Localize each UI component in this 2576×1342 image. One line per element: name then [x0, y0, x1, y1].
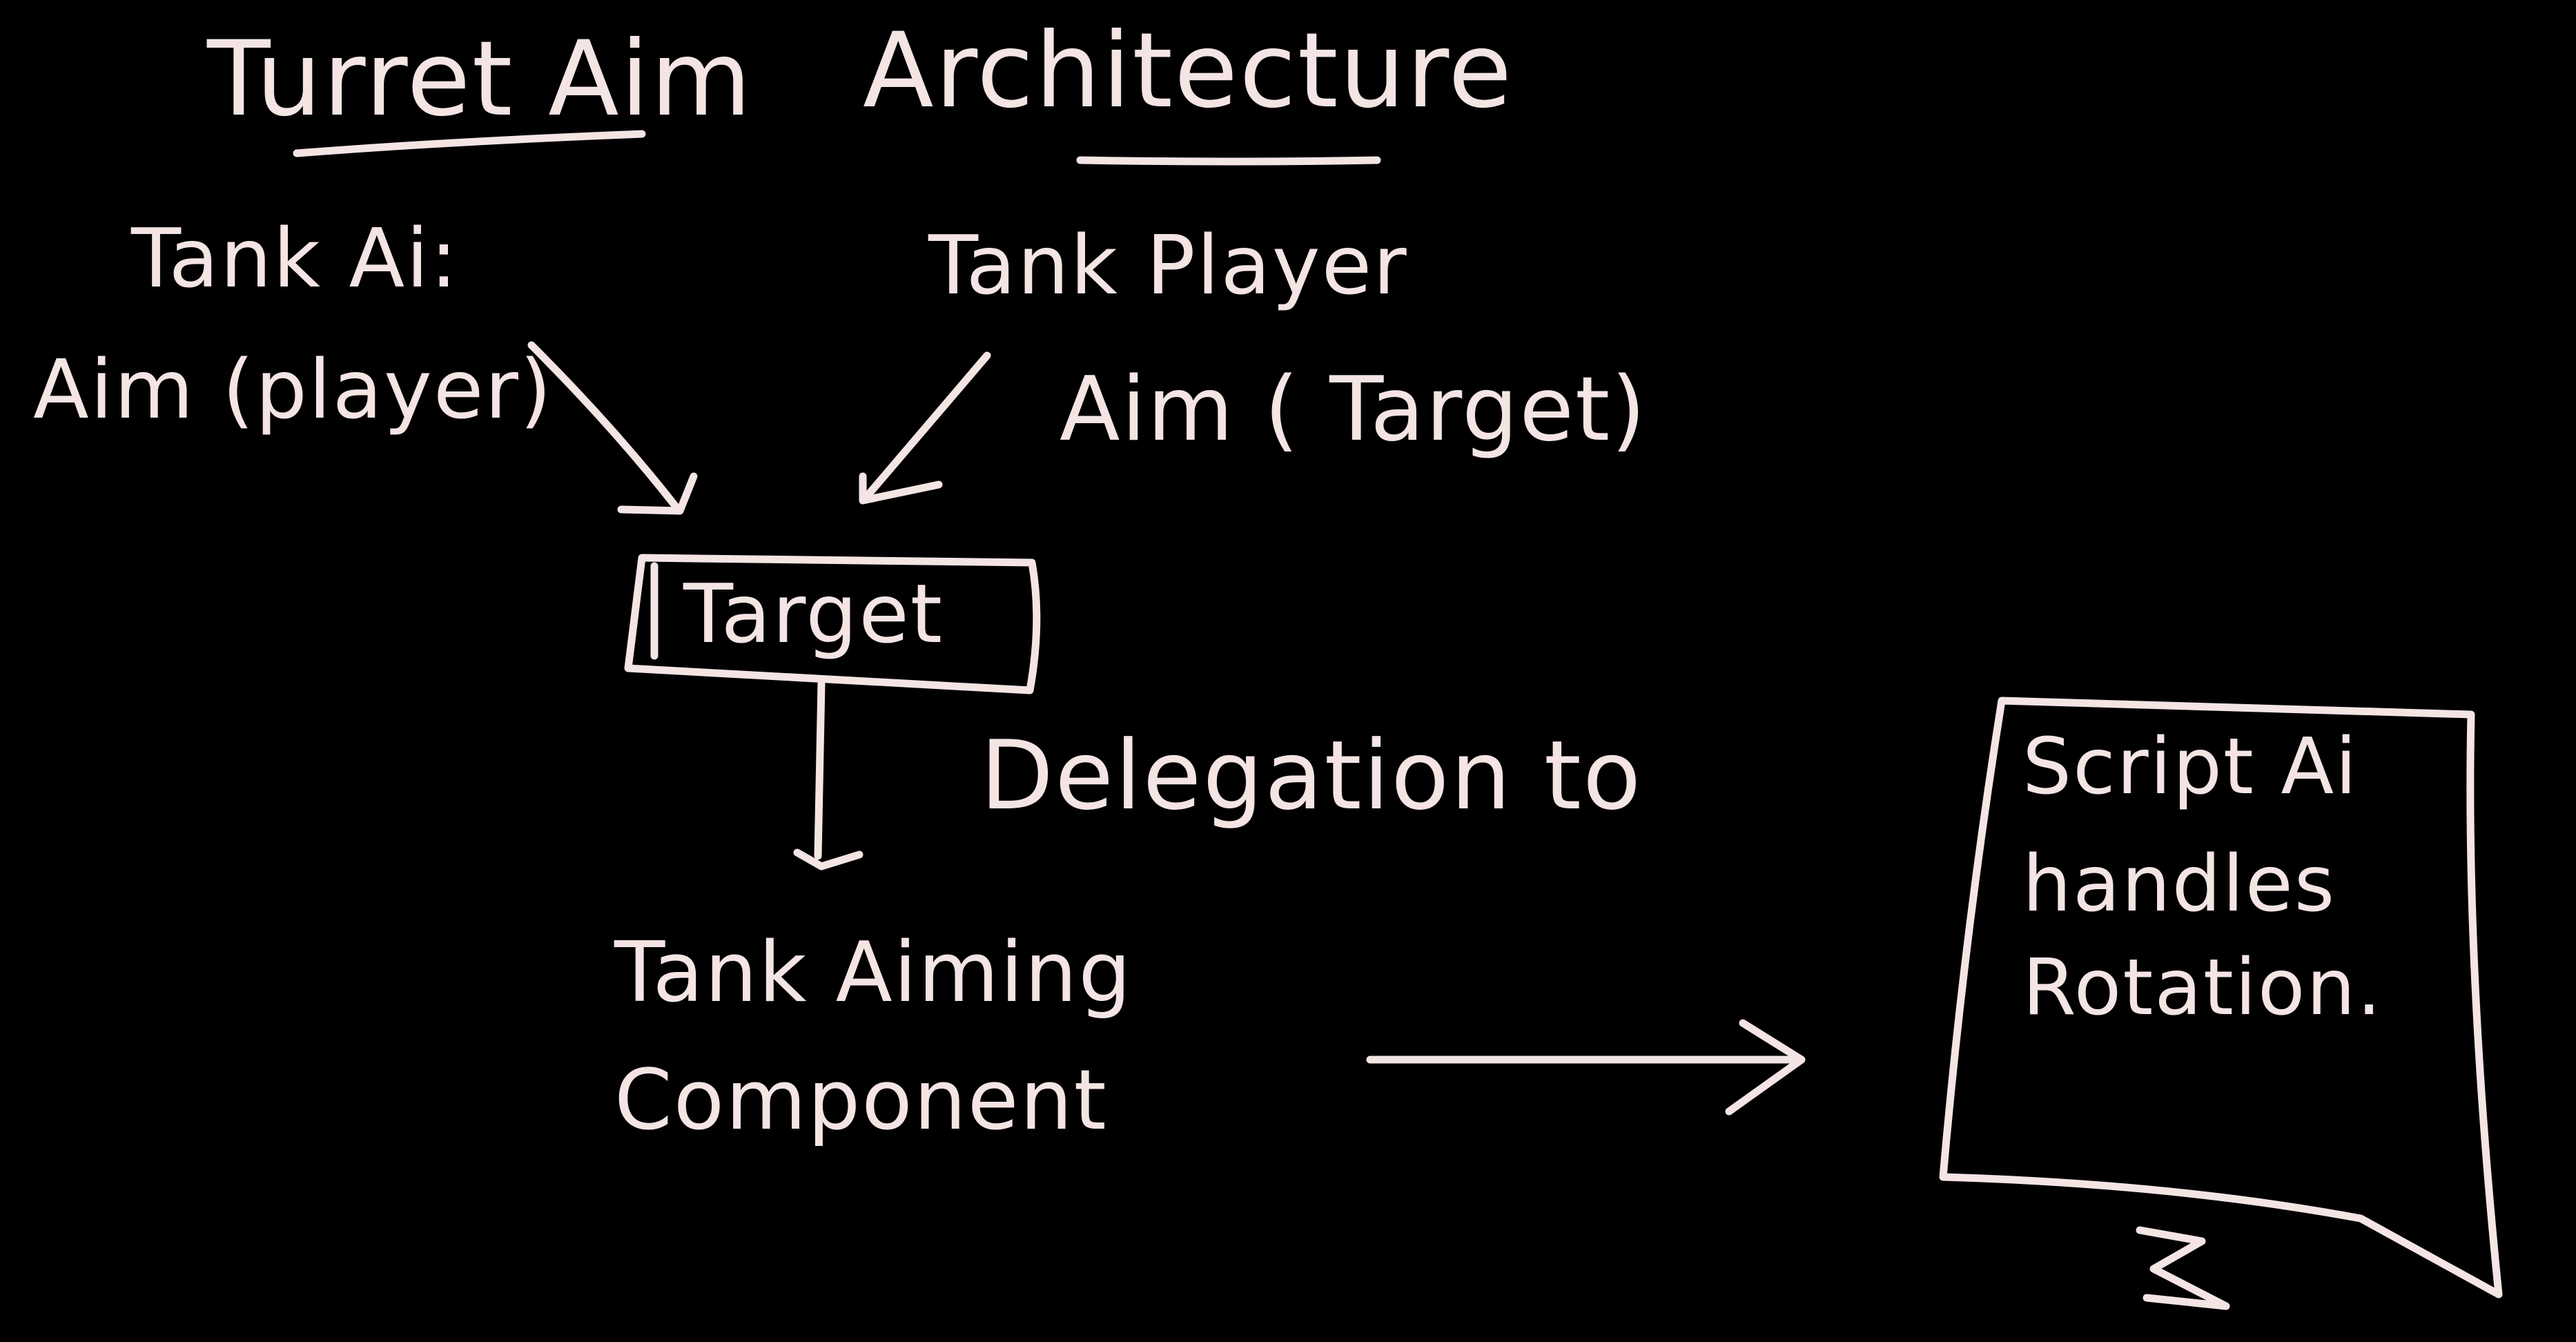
script-note-line3: Rotation.: [2022, 943, 2383, 1033]
arrow-target-to-aiming-head: [793, 848, 863, 871]
tank-player-label: Tank Player: [928, 217, 1408, 313]
aiming-component-line2: Component: [614, 1053, 1108, 1149]
aiming-component-line1: Tank Aiming: [614, 925, 1133, 1021]
arrow-target-to-aiming: [814, 679, 826, 860]
tank-ai-method: Aim (player): [33, 342, 553, 437]
tank-ai-label: Tank Ai:: [131, 211, 459, 306]
arrow-aiming-to-script-head: [1725, 1019, 1806, 1116]
arrow-ai-to-target: [527, 341, 681, 512]
delegation-label: Delegation to: [980, 720, 1643, 831]
title-underline-right: [1076, 156, 1381, 166]
arrow-player-to-target: [862, 351, 991, 501]
script-note-line2: handles: [2022, 839, 2336, 929]
title-right: Architecture: [863, 11, 1514, 131]
title-left: Turret Aim: [207, 19, 753, 139]
script-note-line1: Script Ai: [2022, 722, 2359, 812]
scribble-mark: [2136, 1226, 2230, 1310]
target-node-label: Target: [683, 566, 944, 661]
tank-player-method: Aim ( Target): [1060, 358, 1648, 461]
whiteboard-canvas: Turret Aim Architecture Tank Ai: Aim (pl…: [0, 0, 2576, 1342]
diagram-drawing: [293, 130, 2503, 1310]
